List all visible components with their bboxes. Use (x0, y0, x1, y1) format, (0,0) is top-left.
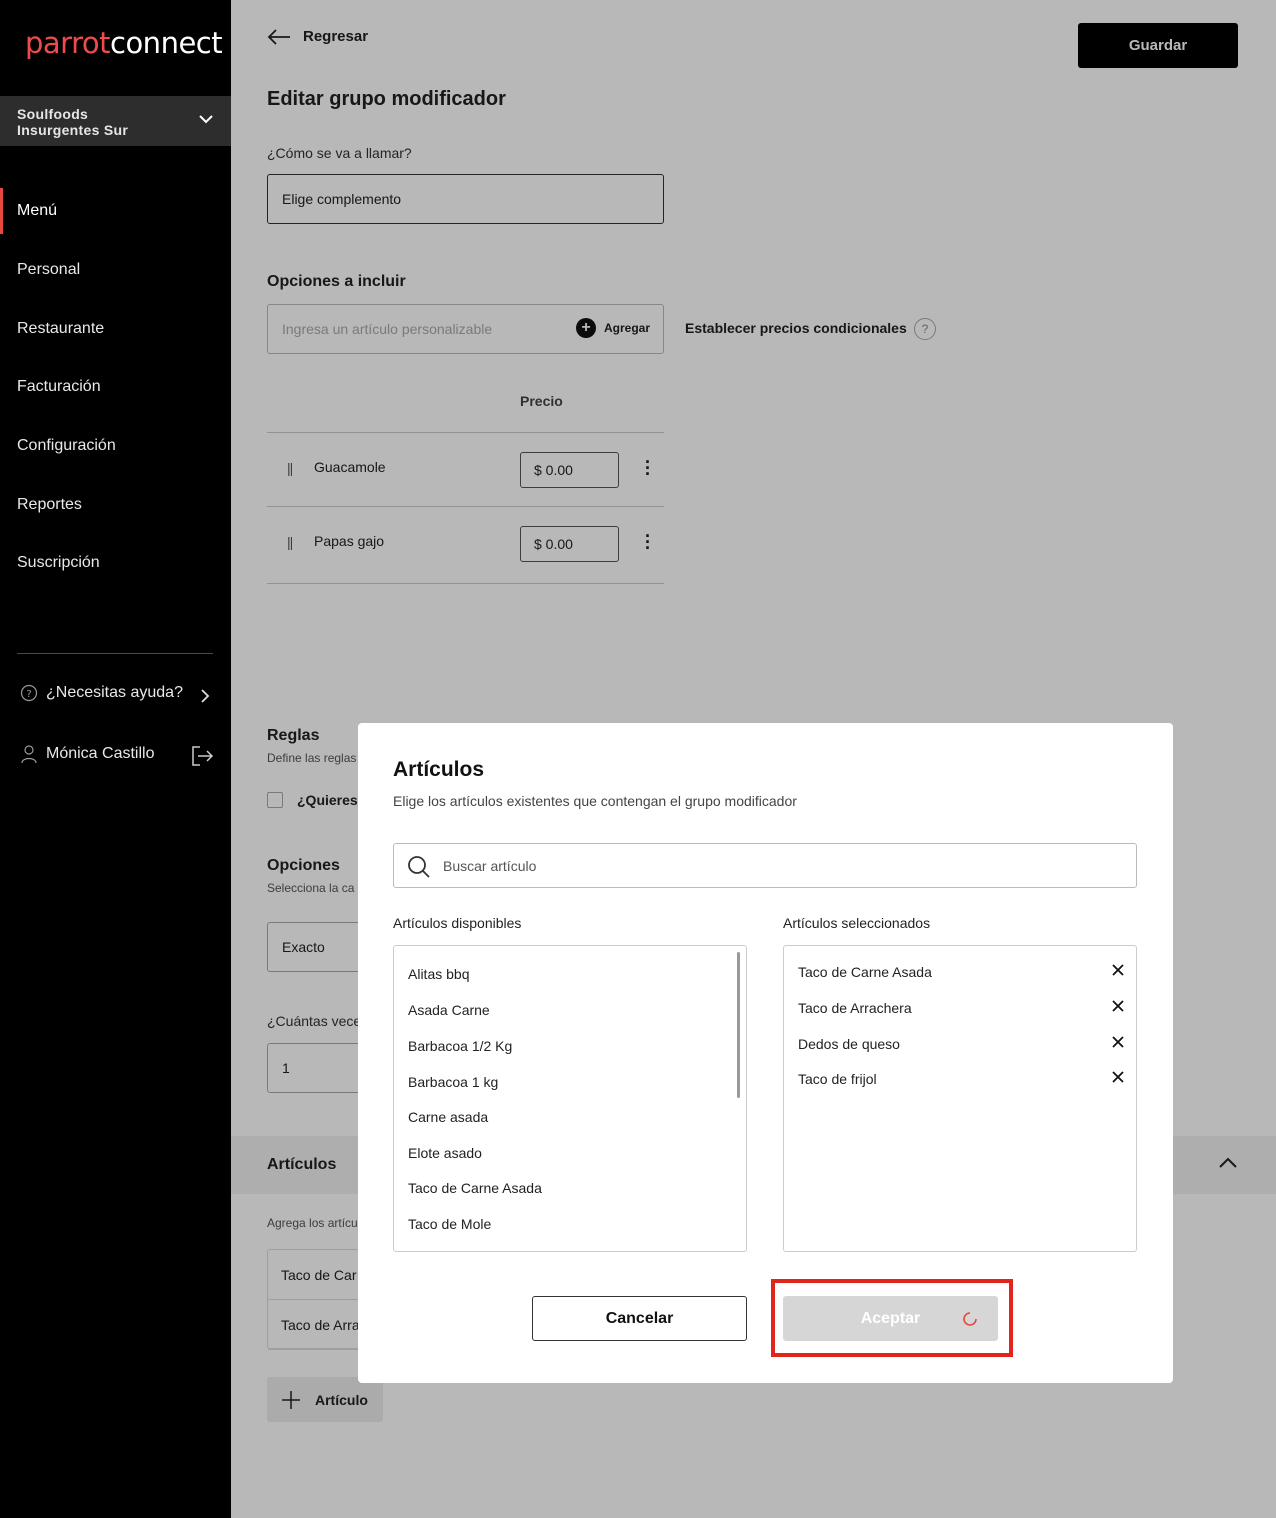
help-label: ¿Necesitas ayuda? (46, 684, 183, 701)
search-input[interactable]: Buscar artículo (393, 843, 1137, 888)
user-profile[interactable]: Mónica Castillo (20, 744, 154, 764)
available-title: Artículos disponibles (393, 915, 522, 931)
svg-text:?: ? (26, 689, 31, 700)
list-item[interactable]: Taco de Mole (408, 1216, 491, 1232)
store-selector[interactable]: Soulfoods Insurgentes Sur (0, 96, 231, 146)
list-item: Taco de frijol (798, 1071, 1124, 1087)
help-icon: ? (20, 684, 38, 702)
list-item[interactable]: Carne asada (408, 1109, 488, 1125)
search-icon (408, 856, 430, 878)
list-item[interactable]: Elote asado (408, 1145, 482, 1161)
selected-title: Artículos seleccionados (783, 915, 931, 931)
list-item: Taco de Arrachera (798, 1000, 1124, 1016)
selected-item-label: Dedos de queso (798, 1036, 900, 1052)
sidebar-item-menu[interactable]: Menú (0, 188, 231, 234)
available-list: Alitas bbq Asada Carne Barbacoa 1/2 Kg B… (393, 945, 747, 1252)
store-name: Soulfoods Insurgentes Sur (17, 106, 129, 138)
selected-item-label: Taco de Arrachera (798, 1000, 912, 1016)
list-item: Dedos de queso (798, 1036, 1124, 1052)
help-link[interactable]: ? ¿Necesitas ayuda? (20, 684, 183, 702)
selected-list: Taco de Carne Asada Taco de Arrachera De… (783, 945, 1137, 1252)
logo: parrotconnect (25, 26, 223, 60)
selected-item-label: Taco de frijol (798, 1071, 877, 1087)
modal-title: Artículos (393, 758, 485, 781)
articles-modal: Artículos Elige los artículos existentes… (358, 723, 1173, 1383)
user-name: Mónica Castillo (46, 745, 155, 762)
list-item[interactable]: Asada Carne (408, 1002, 490, 1018)
sidebar-item-restaurante[interactable]: Restaurante (0, 306, 231, 352)
close-icon[interactable] (1112, 1000, 1124, 1012)
cancel-button[interactable]: Cancelar (532, 1296, 747, 1341)
sidebar: parrotconnect Soulfoods Insurgentes Sur … (0, 0, 231, 1518)
sidebar-item-suscripcion[interactable]: Suscripción (0, 540, 231, 586)
user-icon (21, 745, 37, 764)
sidebar-item-reportes[interactable]: Reportes (0, 482, 231, 528)
chevron-right-icon (201, 689, 210, 703)
list-item[interactable]: Barbacoa 1 kg (408, 1074, 498, 1090)
list-item[interactable]: Barbacoa 1/2 Kg (408, 1038, 512, 1054)
search-placeholder: Buscar artículo (443, 858, 537, 874)
logout-icon[interactable] (190, 744, 214, 768)
modal-subtitle: Elige los artículos existentes que conte… (393, 793, 797, 809)
sidebar-item-configuracion[interactable]: Configuración (0, 423, 231, 469)
list-item: Taco de Carne Asada (798, 964, 1124, 980)
scrollbar[interactable] (737, 952, 740, 1098)
list-item[interactable]: Alitas bbq (408, 966, 469, 982)
highlight-box (771, 1279, 1013, 1357)
list-item[interactable]: Taco de Carne Asada (408, 1180, 542, 1196)
chevron-down-icon (199, 115, 213, 124)
sidebar-item-facturacion[interactable]: Facturación (0, 364, 231, 410)
sidebar-item-personal[interactable]: Personal (0, 247, 231, 293)
sidebar-divider (17, 653, 213, 654)
selected-item-label: Taco de Carne Asada (798, 964, 932, 980)
close-icon[interactable] (1112, 964, 1124, 976)
close-icon[interactable] (1112, 1071, 1124, 1083)
close-icon[interactable] (1112, 1036, 1124, 1048)
